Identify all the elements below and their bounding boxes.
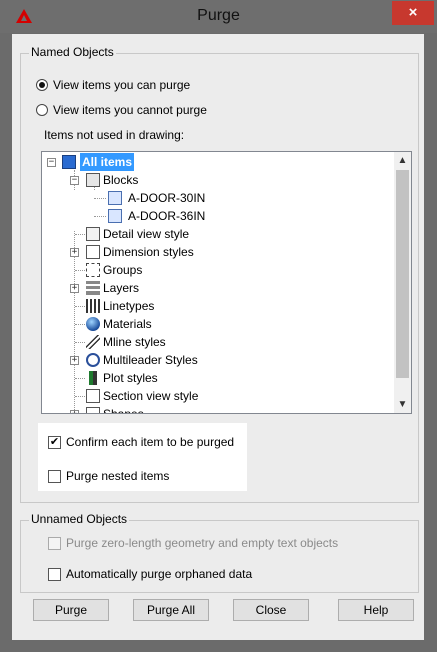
scroll-up-arrow-icon[interactable]: ▲	[394, 152, 411, 169]
scroll-thumb[interactable]	[396, 170, 409, 378]
materials-icon	[86, 317, 100, 331]
all-items-icon	[62, 155, 76, 169]
expand-multileader-styles-icon[interactable]: +	[70, 356, 79, 365]
expand-dimension-styles-icon[interactable]: +	[70, 248, 79, 257]
tree-item-linetypes[interactable]: Linetypes	[103, 297, 154, 315]
linetypes-icon	[86, 299, 100, 313]
purge-nested-items-checkbox[interactable]	[48, 470, 61, 483]
layers-icon	[86, 281, 100, 295]
collapse-blocks-icon[interactable]: −	[70, 176, 79, 185]
unnamed-objects-group: Unnamed Objects	[20, 512, 419, 593]
shapes-icon	[86, 407, 100, 413]
purge-zero-length-checkbox[interactable]	[48, 537, 61, 550]
tree-item-materials[interactable]: Materials	[103, 315, 152, 333]
auto-purge-orphaned-checkbox[interactable]	[48, 568, 61, 581]
tree-item-plot-styles[interactable]: Plot styles	[103, 369, 158, 387]
expand-shapes-icon[interactable]: +	[70, 410, 79, 413]
view-cannot-purge-radio[interactable]	[36, 104, 48, 116]
tree-item-layers[interactable]: Layers	[103, 279, 139, 297]
tree-item-block-child[interactable]: A-DOOR-30IN	[128, 189, 205, 207]
named-objects-legend: Named Objects	[29, 45, 116, 59]
plot-styles-icon	[89, 371, 97, 385]
multileader-styles-icon	[86, 353, 100, 367]
close-window-button[interactable]: ×	[392, 1, 434, 25]
title-bar[interactable]: Purge ×	[0, 0, 437, 33]
tree-item-multileader-styles[interactable]: Multileader Styles	[103, 351, 198, 369]
block-reference-icon	[108, 209, 122, 223]
items-tree[interactable]: − All items − Blocks A-DOOR-30IN A-DOOR-…	[41, 151, 412, 414]
blocks-icon	[86, 173, 100, 187]
tree-line	[94, 198, 106, 199]
tree-item-shapes[interactable]: Shapes	[103, 405, 144, 413]
mline-styles-icon	[86, 335, 100, 349]
tree-line	[75, 324, 85, 325]
detail-view-style-icon	[86, 227, 100, 241]
block-reference-icon	[108, 191, 122, 205]
auto-purge-orphaned-label[interactable]: Automatically purge orphaned data	[66, 567, 252, 581]
purge-zero-length-label: Purge zero-length geometry and empty tex…	[66, 536, 339, 550]
help-button[interactable]: Help	[338, 599, 414, 621]
confirm-each-item-checkbox[interactable]: ✔	[48, 436, 61, 449]
scroll-down-arrow-icon[interactable]: ▼	[394, 396, 411, 413]
tree-line	[75, 342, 85, 343]
tree-item-groups[interactable]: Groups	[103, 261, 142, 279]
tree-item-detail-view-style[interactable]: Detail view style	[103, 225, 189, 243]
unnamed-objects-legend: Unnamed Objects	[29, 512, 130, 526]
view-can-purge-radio[interactable]	[36, 79, 48, 91]
tree-item-mline-styles[interactable]: Mline styles	[103, 333, 166, 351]
tree-item-all-items[interactable]: All items	[80, 153, 135, 171]
dimension-styles-icon	[86, 245, 100, 259]
collapse-all-items-icon[interactable]: −	[47, 158, 56, 167]
tree-line	[75, 396, 85, 397]
window-title: Purge	[197, 7, 240, 24]
tree-item-blocks[interactable]: Blocks	[103, 171, 138, 189]
tree-item-dimension-styles[interactable]: Dimension styles	[103, 243, 194, 261]
confirm-each-item-label[interactable]: Confirm each item to be purged	[66, 435, 234, 449]
block-children-highlight	[42, 190, 396, 230]
expand-layers-icon[interactable]: +	[70, 284, 79, 293]
close-button[interactable]: Close	[233, 599, 309, 621]
purge-all-button[interactable]: Purge All	[133, 599, 209, 621]
tree-scrollbar[interactable]: ▲ ▼	[394, 152, 411, 413]
tree-line	[94, 216, 106, 217]
items-not-used-label: Items not used in drawing:	[44, 128, 185, 142]
tree-line	[75, 378, 85, 379]
purge-button[interactable]: Purge	[33, 599, 109, 621]
groups-icon	[86, 263, 100, 277]
purge-nested-items-label[interactable]: Purge nested items	[66, 469, 169, 483]
tree-item-section-view-style[interactable]: Section view style	[103, 387, 198, 405]
view-cannot-purge-label[interactable]: View items you cannot purge	[53, 103, 207, 117]
tree-line	[75, 270, 85, 271]
view-can-purge-label[interactable]: View items you can purge	[53, 78, 190, 92]
tree-item-block-child[interactable]: A-DOOR-36IN	[128, 207, 205, 225]
section-view-style-icon	[86, 389, 100, 403]
tree-line	[75, 306, 85, 307]
tree-line	[75, 234, 85, 235]
